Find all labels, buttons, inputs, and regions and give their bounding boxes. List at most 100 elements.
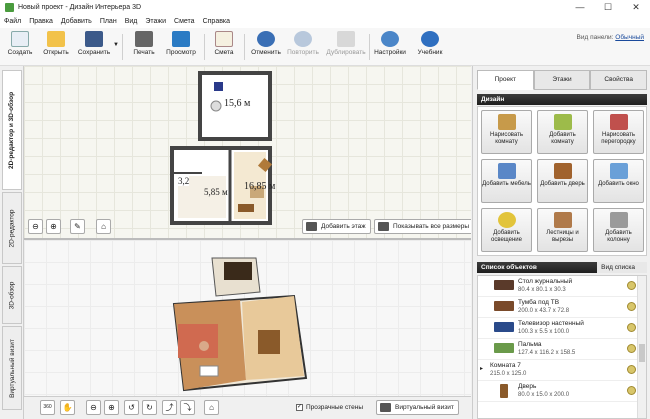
tutorial-button[interactable]: Учебник [410, 30, 450, 64]
visibility-icon[interactable] [627, 365, 636, 374]
estimate-button[interactable]: Смета [204, 30, 244, 64]
add-furniture-button[interactable]: Добавить мебель [481, 159, 532, 203]
hand-tool-button[interactable]: ✋ [60, 400, 75, 415]
virtual-visit-button[interactable]: Виртуальный визит [376, 400, 459, 415]
visibility-icon[interactable] [627, 302, 636, 311]
menu-estimate[interactable]: Смета [174, 18, 195, 25]
transparent-walls-checkbox[interactable]: ✓ [296, 404, 303, 411]
add-column-button[interactable]: Добавить колонну [593, 208, 644, 252]
tab-virtual-visit[interactable]: Виртуальный визит [2, 326, 22, 410]
menu-edit[interactable]: Правка [29, 18, 53, 25]
tab-3d-view[interactable]: 3D-обзор [2, 266, 22, 324]
room-area-label: 16,85 м [244, 181, 276, 192]
chair-icon [497, 163, 516, 179]
window-title: Новый проект - Дизайн Интерьера 3D [18, 4, 142, 11]
draw-room-button[interactable]: Нарисовать комнату [481, 110, 532, 154]
home-icon: ⌂ [209, 403, 214, 412]
zoom-in-button[interactable]: ⊕ [104, 400, 119, 415]
panel-view-label: Вид панели: [576, 34, 614, 41]
list-view-link[interactable]: Вид списка [597, 262, 647, 273]
list-item[interactable]: Пальма 127.4 x 116.2 x 158.5 [478, 339, 638, 360]
measure-button[interactable]: ✎ [70, 219, 85, 234]
settings-button[interactable]: Настройки [370, 30, 410, 64]
preview-label: Просмотр [166, 49, 196, 56]
visibility-icon[interactable] [627, 281, 636, 290]
visibility-icon[interactable] [627, 344, 636, 353]
floor-plan [170, 71, 273, 225]
undo-button[interactable]: Отменить [246, 30, 286, 64]
tab-2d-3d[interactable]: 2D-редактор и 3D-обзор [2, 70, 22, 190]
menu-add[interactable]: Добавить [61, 18, 92, 25]
expand-icon[interactable]: ▸ [480, 365, 483, 372]
home-button[interactable]: ⌂ [204, 400, 219, 415]
maximize-button[interactable]: ☐ [594, 0, 622, 15]
close-button[interactable]: ✕ [622, 0, 650, 15]
print-button[interactable]: Печать [124, 30, 164, 64]
visibility-icon[interactable] [627, 386, 636, 395]
floppy-icon [85, 31, 103, 47]
menu-plan[interactable]: План [100, 18, 117, 25]
tab-floors[interactable]: Этажи [533, 70, 591, 90]
list-item[interactable]: ▸ Комната 7 215.0 x 125.0 [478, 360, 638, 381]
view-3d[interactable]: 360 [24, 240, 471, 396]
list-item[interactable]: Стол журнальный 80.4 x 80.1 x 30.3 [478, 276, 638, 297]
tab-label: Виртуальный визит [8, 338, 16, 398]
redo-button[interactable]: Повторить [283, 30, 323, 64]
visibility-icon[interactable] [627, 323, 636, 332]
stairs-button[interactable]: Лестницы и вырезы [537, 208, 588, 252]
tilt-down-icon: ⤵ [183, 403, 192, 412]
preview-button[interactable]: Просмотр [161, 30, 201, 64]
minimize-button[interactable]: — [566, 0, 594, 15]
draw-wall-button[interactable]: Нарисовать перегородку [593, 110, 644, 154]
zoom-out-icon: ⊖ [32, 222, 39, 231]
tab-2d-editor[interactable]: 2D-редактор [2, 192, 22, 264]
duplicate-label: Дублировать [326, 49, 366, 56]
house-3d-model [172, 257, 308, 392]
add-door-button[interactable]: Добавить дверь [537, 159, 588, 203]
object-name: Дверь [518, 383, 537, 390]
open-button[interactable]: Открыть [36, 30, 76, 64]
add-room-label: Добавить комнату [549, 132, 576, 145]
create-button[interactable]: Создать [0, 30, 40, 64]
home-button[interactable]: ⌂ [96, 219, 111, 234]
zoom-in-button[interactable]: ⊕ [46, 219, 61, 234]
menu-view[interactable]: Вид [125, 18, 138, 25]
add-lighting-button[interactable]: Добавить освещение [481, 208, 532, 252]
rotate-360-button[interactable]: 360 [40, 400, 55, 415]
duplicate-button[interactable]: Дублировать [326, 30, 366, 64]
scrollbar-thumb[interactable] [639, 344, 645, 362]
menu-floors[interactable]: Этажи [145, 18, 166, 25]
menu-file[interactable]: Файл [4, 18, 21, 25]
hand-icon: ✋ [62, 403, 73, 412]
list-item[interactable]: Тумба под ТВ 200.0 x 43.7 x 72.8 [478, 297, 638, 318]
add-floor-button[interactable]: Добавить этаж [302, 219, 371, 234]
zoom-out-button[interactable]: ⊖ [86, 400, 101, 415]
add-room-button[interactable]: Добавить комнату [537, 110, 588, 154]
tab-properties[interactable]: Свойства [590, 70, 648, 90]
objects-section-header: Список объектов Вид списка [477, 262, 647, 273]
title-bar: Новый проект - Дизайн Интерьера 3D — ☐ ✕ [0, 0, 650, 15]
plan-2d-view[interactable]: 15,6 м 3,2 5,85 м 16,85 м ⊖ ⊕ ✎ ⌂ Добави… [24, 66, 471, 239]
menu-help[interactable]: Справка [203, 18, 230, 25]
virtual-visit-label: Виртуальный визит [395, 404, 454, 411]
rotate-right-button[interactable]: ↻ [142, 400, 157, 415]
add-window-button[interactable]: Добавить окно [593, 159, 644, 203]
tab-project[interactable]: Проект [477, 70, 534, 90]
toolbar-separator [122, 34, 123, 60]
tilt-down-button[interactable]: ⤵ [180, 400, 195, 415]
object-name: Тумба под ТВ [518, 299, 560, 306]
objects-scrollbar[interactable] [637, 276, 646, 418]
save-dropdown-icon[interactable]: ▼ [113, 42, 119, 48]
clipboard-icon [215, 31, 233, 47]
rotate-left-button[interactable]: ↺ [124, 400, 139, 415]
objects-title: Список объектов [481, 264, 537, 271]
column-icon [609, 212, 628, 228]
save-button[interactable]: Сохранить [74, 30, 114, 64]
list-item[interactable]: Дверь 80.0 x 15.0 x 200.0 [478, 381, 638, 402]
panel-view-link[interactable]: Обычный [615, 34, 644, 41]
show-sizes-button[interactable]: Показывать все размеры [374, 219, 471, 234]
list-item[interactable]: Телевизор настенный 100.3 x 5.5 x 100.0 [478, 318, 638, 339]
window-icon [609, 163, 628, 179]
tilt-up-button[interactable]: ⤴ [162, 400, 177, 415]
zoom-out-button[interactable]: ⊖ [28, 219, 43, 234]
